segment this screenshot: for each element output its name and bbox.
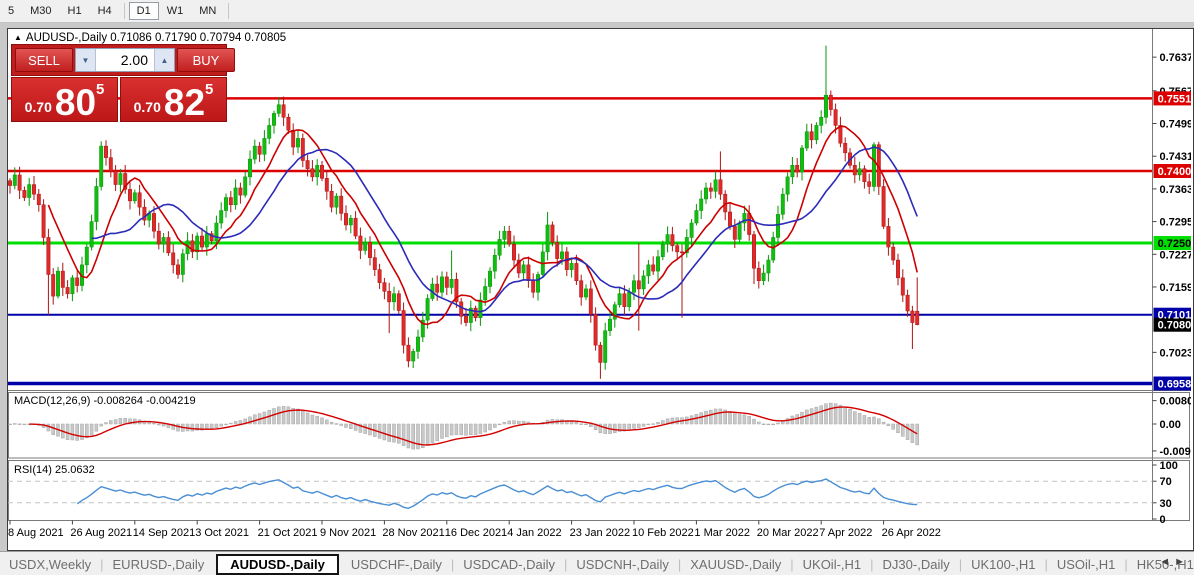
sell-price-big: 80 — [54, 82, 97, 124]
svg-text:28 Nov 2021: 28 Nov 2021 — [382, 527, 444, 539]
svg-text:0: 0 — [1160, 514, 1166, 526]
one-click-trading-panel: SELL ▼ ▲ BUY 0.70 80 5 0.70 82 5 — [11, 44, 235, 122]
svg-text:8 Aug 2021: 8 Aug 2021 — [8, 527, 64, 539]
buy-price-big: 82 — [163, 82, 206, 124]
sell-price-sup: 5 — [96, 81, 105, 98]
volume-increase-icon[interactable]: ▲ — [154, 49, 174, 71]
svg-text:-0.009286: -0.009286 — [1160, 446, 1192, 458]
date-axis — [9, 520, 885, 525]
svg-text:70: 70 — [1160, 476, 1172, 488]
tab-scroll-arrows[interactable]: ◄► — [1159, 556, 1189, 568]
volume-stepper: ▼ ▲ — [75, 48, 175, 72]
svg-text:0.72504: 0.72504 — [1158, 238, 1191, 250]
symbol-tab-audusd-daily[interactable]: AUDUSD-,Daily — [216, 553, 339, 575]
timeframe-toolbar: 5 M30 H1 H4 D1 W1 MN — [0, 0, 1194, 23]
svg-text:23 Jan 2022: 23 Jan 2022 — [570, 527, 631, 539]
svg-text:7 Apr 2022: 7 Apr 2022 — [819, 527, 872, 539]
chart-legend-text: AUDUSD-,Daily 0.71086 0.71790 0.70794 0.… — [25, 32, 287, 44]
rsi-legend: RSI(14) 25.0632 — [14, 464, 95, 476]
trade-prices-row: 0.70 80 5 0.70 82 5 — [11, 77, 227, 122]
svg-text:0.70805: 0.70805 — [1158, 320, 1191, 332]
svg-text:0.74990: 0.74990 — [1160, 118, 1192, 130]
svg-text:20 Mar 2022: 20 Mar 2022 — [757, 527, 819, 539]
svg-text:0.74310: 0.74310 — [1160, 151, 1192, 163]
timeframe-button-5[interactable]: 5 — [0, 2, 22, 20]
svg-text:0.008061: 0.008061 — [1160, 396, 1192, 408]
buy-price-sup: 5 — [205, 81, 214, 98]
chart-window: ▲ AUDUSD-,Daily 0.71086 0.71790 0.70794 0… — [7, 28, 1194, 551]
timeframe-button-w1[interactable]: W1 — [159, 2, 192, 20]
svg-text:0.73630: 0.73630 — [1160, 184, 1192, 196]
symbol-tab-ukoil-h1[interactable]: UKOil-,H1 — [794, 556, 871, 573]
macd-legend: MACD(12,26,9) -0.008264 -0.004219 — [14, 395, 196, 407]
rsi-panel — [8, 464, 1157, 520]
svg-text:10 Feb 2022: 10 Feb 2022 — [632, 527, 694, 539]
timeframe-button-mn[interactable]: MN — [191, 2, 224, 20]
buy-button[interactable]: BUY — [177, 48, 235, 72]
chart-legend: ▲ AUDUSD-,Daily 0.71086 0.71790 0.70794 0… — [14, 32, 286, 44]
svg-text:14 Sep 2021: 14 Sep 2021 — [133, 527, 195, 539]
symbol-tab-usdx-weekly[interactable]: USDX,Weekly — [0, 556, 100, 573]
svg-text:0.70230: 0.70230 — [1160, 347, 1192, 359]
svg-text:4 Jan 2022: 4 Jan 2022 — [507, 527, 561, 539]
sell-button[interactable]: SELL — [15, 48, 73, 72]
svg-text:21 Oct 2021: 21 Oct 2021 — [258, 527, 318, 539]
trade-buttons-row: SELL ▼ ▲ BUY — [11, 44, 235, 76]
svg-text:0.00: 0.00 — [1160, 419, 1181, 431]
timeframe-button-d1[interactable]: D1 — [128, 2, 159, 20]
symbol-tab-usoil-h1[interactable]: USOil-,H1 — [1048, 556, 1125, 573]
symbol-tab-usdcad-daily[interactable]: USDCAD-,Daily — [454, 556, 564, 573]
sell-price[interactable]: 0.70 80 5 — [11, 77, 118, 122]
toolbar-separator — [123, 3, 125, 19]
svg-text:0.72950: 0.72950 — [1160, 217, 1192, 229]
svg-text:3 Oct 2021: 3 Oct 2021 — [195, 527, 249, 539]
svg-text:0.76370: 0.76370 — [1160, 52, 1192, 64]
timeframe-button-h4[interactable]: H4 — [90, 2, 120, 20]
symbol-tab-uk100-h1[interactable]: UK100-,H1 — [962, 556, 1044, 573]
timeframe-button-m30[interactable]: M30 — [22, 2, 59, 20]
macd-panel — [8, 400, 1157, 452]
collapse-triangle-icon[interactable]: ▲ — [14, 33, 22, 42]
svg-text:26 Apr 2022: 26 Apr 2022 — [882, 527, 941, 539]
symbol-tab-bar: USDX,Weekly | EURUSD-,Daily AUDUSD-,Daily US… — [0, 551, 1194, 575]
moving-averages — [47, 125, 918, 326]
volume-decrease-icon[interactable]: ▼ — [76, 49, 96, 71]
svg-text:30: 30 — [1160, 498, 1172, 510]
symbol-tab-xauusd-daily[interactable]: XAUUSD-,Daily — [681, 556, 790, 573]
sell-price-prefix: 0.70 — [24, 99, 52, 115]
symbol-tab-usdcnh-daily[interactable]: USDCNH-,Daily — [567, 556, 677, 573]
svg-text:100: 100 — [1160, 460, 1178, 472]
svg-text:0.74002: 0.74002 — [1158, 166, 1191, 178]
svg-text:16 Dec 2021: 16 Dec 2021 — [445, 527, 507, 539]
svg-text:0.69582: 0.69582 — [1158, 379, 1191, 391]
svg-text:0.75512: 0.75512 — [1158, 93, 1191, 105]
svg-text:9 Nov 2021: 9 Nov 2021 — [320, 527, 376, 539]
svg-text:1 Mar 2022: 1 Mar 2022 — [694, 527, 750, 539]
svg-text:26 Aug 2021: 26 Aug 2021 — [70, 527, 132, 539]
timeframe-button-h1[interactable]: H1 — [60, 2, 90, 20]
trading-terminal: 5 M30 H1 H4 D1 W1 MN ▲ AUDUSD-,Daily 0.71086 0.… — [0, 0, 1194, 575]
toolbar-separator — [228, 3, 230, 19]
svg-text:0.71590: 0.71590 — [1160, 282, 1192, 294]
buy-price[interactable]: 0.70 82 5 — [120, 77, 227, 122]
symbol-tab-dj30-daily[interactable]: DJ30-,Daily — [874, 556, 959, 573]
symbol-tab-eurusd-daily[interactable]: EURUSD-,Daily — [104, 556, 214, 573]
buy-price-prefix: 0.70 — [133, 99, 161, 115]
svg-text:0.72270: 0.72270 — [1160, 249, 1192, 261]
volume-input[interactable] — [96, 49, 154, 71]
symbol-tab-usdchf-daily[interactable]: USDCHF-,Daily — [342, 556, 451, 573]
